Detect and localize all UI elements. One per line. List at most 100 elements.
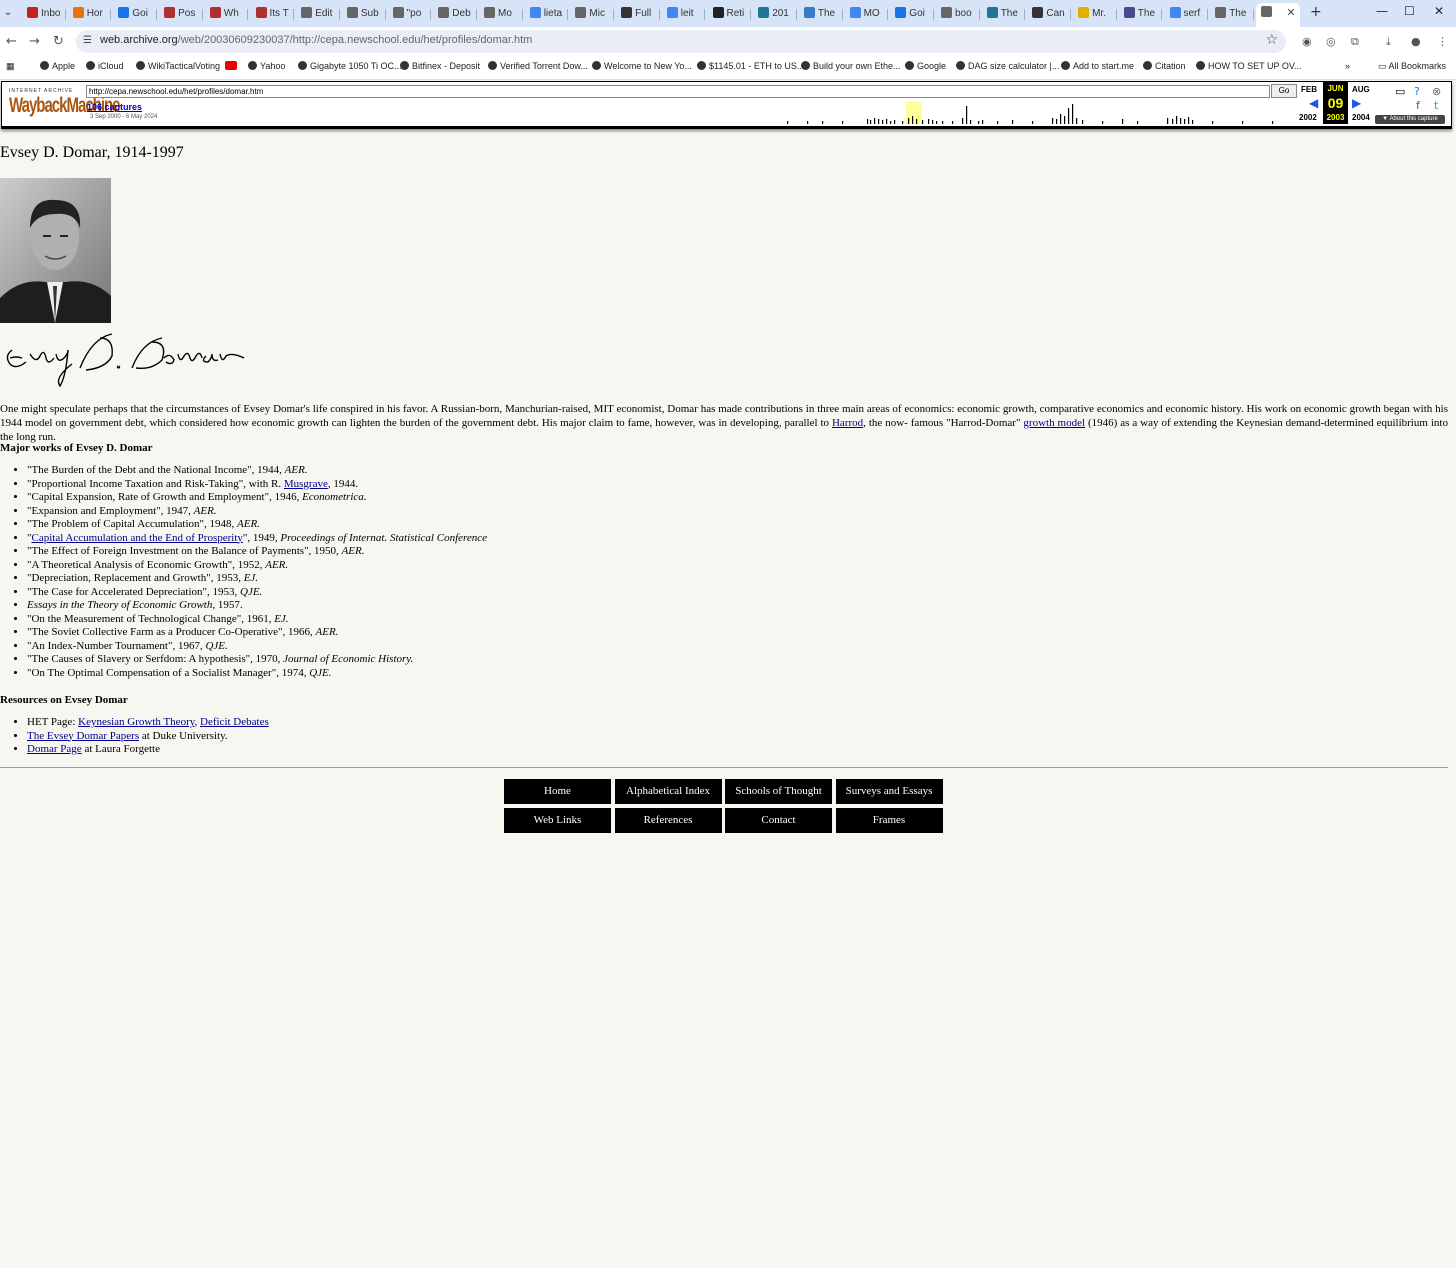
nav-alphabetical-index-button[interactable]: Alphabetical Index [614, 779, 722, 804]
browser-tab[interactable]: Edit [296, 4, 340, 24]
bookmark-item[interactable]: Apple [40, 61, 75, 71]
close-window-button[interactable]: ✕ [1434, 4, 1444, 18]
nav-web-links-button[interactable]: Web Links [504, 808, 611, 833]
growth-model-link[interactable]: growth model [1023, 417, 1085, 429]
bookmark-item[interactable]: Bitfinex - Deposit [400, 61, 480, 71]
all-bookmarks-button[interactable]: ▭ All Bookmarks [1378, 61, 1446, 72]
browser-tab[interactable]: Inbo [22, 4, 66, 24]
minimize-button[interactable]: — [1376, 4, 1388, 18]
bookmark-item[interactable]: Verified Torrent Dow... [488, 61, 588, 71]
bookmark-item[interactable]: Yahoo [248, 61, 285, 71]
bookmark-item[interactable]: Citation [1143, 61, 1186, 71]
maximize-button[interactable]: ☐ [1404, 4, 1415, 18]
wayback-next-arrow-icon[interactable]: ▶ [1352, 96, 1361, 110]
tab-close-icon[interactable]: ✕ [1286, 3, 1295, 23]
bookmark-item[interactable]: WikiTacticalVoting [136, 61, 220, 71]
bookmark-star-icon[interactable]: ☆ [1265, 32, 1278, 48]
wayback-captures-link[interactable]: 106 captures [87, 102, 142, 112]
site-info-icon[interactable]: ☰ [83, 35, 95, 47]
bookmark-item[interactable]: Welcome to New Yo... [592, 61, 692, 71]
browser-tab[interactable]: Sub [342, 4, 386, 24]
resource-link[interactable]: Domar Page [27, 743, 82, 755]
wayback-prev-month[interactable]: FEB [1301, 85, 1317, 94]
browser-tab[interactable]: 201 [753, 4, 797, 24]
browser-tab[interactable]: Mr. [1073, 4, 1117, 24]
work-link[interactable]: Musgrave [284, 478, 328, 490]
omnibox[interactable]: ☰ web.archive.org/web/20030609230037/htt… [76, 30, 1286, 53]
browser-tab[interactable]: boo [936, 4, 980, 24]
download-icon[interactable]: ⤓ [1386, 35, 1391, 49]
browser-tab[interactable]: The [982, 4, 1026, 24]
extensions-puzzle-icon[interactable]: ⧉ [1351, 35, 1359, 49]
browser-tab[interactable]: lieta [525, 4, 569, 24]
browser-tab[interactable]: Deb [433, 4, 477, 24]
bookmark-item[interactable] [225, 61, 240, 71]
wayback-prev-arrow-icon[interactable]: ◀ [1309, 96, 1318, 110]
nav-schools-of-thought-button[interactable]: Schools of Thought [725, 779, 832, 804]
calendar-icon[interactable]: ▭ [1395, 86, 1405, 98]
resource-link[interactable]: The Evsey Domar Papers [27, 730, 139, 742]
browser-tab[interactable]: ✕ [1255, 3, 1300, 27]
nav-frames-button[interactable]: Frames [835, 808, 943, 833]
back-icon[interactable]: ← [6, 34, 17, 49]
browser-tab[interactable]: Goi [113, 4, 158, 24]
bookmark-item[interactable]: iCloud [86, 61, 124, 71]
work-link[interactable]: Capital Accumulation and the End of Pros… [32, 532, 243, 544]
facebook-icon[interactable]: f [1416, 100, 1420, 112]
reload-icon[interactable]: ↻ [53, 34, 64, 49]
browser-tab[interactable]: Goi [890, 4, 934, 24]
browser-tab[interactable]: The [799, 4, 843, 24]
browser-tab[interactable]: The [1119, 4, 1163, 24]
browser-tab[interactable]: serf [1165, 4, 1209, 24]
wayback-go-button[interactable]: Go [1271, 84, 1297, 98]
apps-grid-icon[interactable]: ▦ [6, 61, 15, 72]
browser-tab[interactable]: MO [845, 4, 889, 24]
wayback-sparkline[interactable] [782, 102, 1282, 124]
browser-tab[interactable]: Mic [570, 4, 615, 24]
extension-icon-1[interactable]: ◉ [1302, 35, 1312, 48]
browser-tab[interactable]: Wh [205, 4, 249, 24]
bookmark-item[interactable]: DAG size calculator |... [956, 61, 1059, 71]
browser-tab[interactable]: The [1210, 4, 1254, 24]
resource-link[interactable]: Deficit Debates [200, 716, 269, 728]
nav-contact-button[interactable]: Contact [725, 808, 832, 833]
twitter-icon[interactable]: t [1434, 100, 1438, 112]
browser-tab[interactable]: leit [662, 4, 706, 24]
wayback-url-input[interactable]: http://cepa.newschool.edu/het/profiles/d… [86, 85, 1270, 98]
harrod-link[interactable]: Harrod [832, 417, 863, 429]
browser-tab[interactable]: "po [388, 4, 432, 24]
forward-icon[interactable]: → [29, 34, 40, 49]
browser-tab[interactable]: Full [616, 4, 660, 24]
bookmark-item[interactable]: Gigabyte 1050 Ti OC... [298, 61, 402, 71]
omnibox-url[interactable]: web.archive.org/web/20030609230037/http:… [100, 34, 532, 46]
profile-avatar-icon[interactable]: ● [1411, 35, 1421, 48]
wayback-prev-year[interactable]: 2002 [1299, 113, 1317, 122]
nav-references-button[interactable]: References [614, 808, 722, 833]
wayback-current-day: 09 [1327, 95, 1344, 111]
bookmark-item[interactable]: Add to start.me [1061, 61, 1134, 71]
close-toolbar-icon[interactable]: ⊗ [1432, 86, 1441, 98]
browser-tab[interactable]: Mo [479, 4, 523, 24]
menu-kebab-icon[interactable]: ⋮ [1437, 35, 1448, 48]
browser-tab[interactable]: Hor [68, 4, 112, 24]
tab-separator [658, 9, 660, 20]
bookmark-item[interactable]: Build your own Ethe... [801, 61, 901, 71]
nav-surveys-and-essays-button[interactable]: Surveys and Essays [835, 779, 943, 804]
bookmark-item[interactable]: $1145.01 - ETH to US... [697, 61, 804, 71]
bookmark-item[interactable]: HOW TO SET UP OV... [1196, 61, 1302, 71]
bookmark-item[interactable]: Google [905, 61, 946, 71]
extension-icon-2[interactable]: ◎ [1326, 35, 1336, 48]
about-capture-button[interactable]: ▼ About this capture [1375, 115, 1445, 124]
browser-tab[interactable]: Pos [159, 4, 203, 24]
bookmarks-overflow-button[interactable]: » [1345, 61, 1350, 71]
wayback-next-month[interactable]: AUG [1352, 85, 1370, 94]
nav-home-button[interactable]: Home [504, 779, 611, 804]
help-icon[interactable]: ? [1414, 86, 1420, 98]
browser-tab[interactable]: Its T [251, 4, 295, 24]
new-tab-button[interactable]: + [1310, 4, 1322, 20]
browser-tab[interactable]: Reti [708, 4, 752, 24]
tab-search-icon[interactable]: ⌄ [1, 4, 15, 22]
resource-link[interactable]: Keynesian Growth Theory [78, 716, 194, 728]
wayback-next-year[interactable]: 2004 [1352, 113, 1370, 122]
browser-tab[interactable]: Can [1027, 4, 1072, 24]
